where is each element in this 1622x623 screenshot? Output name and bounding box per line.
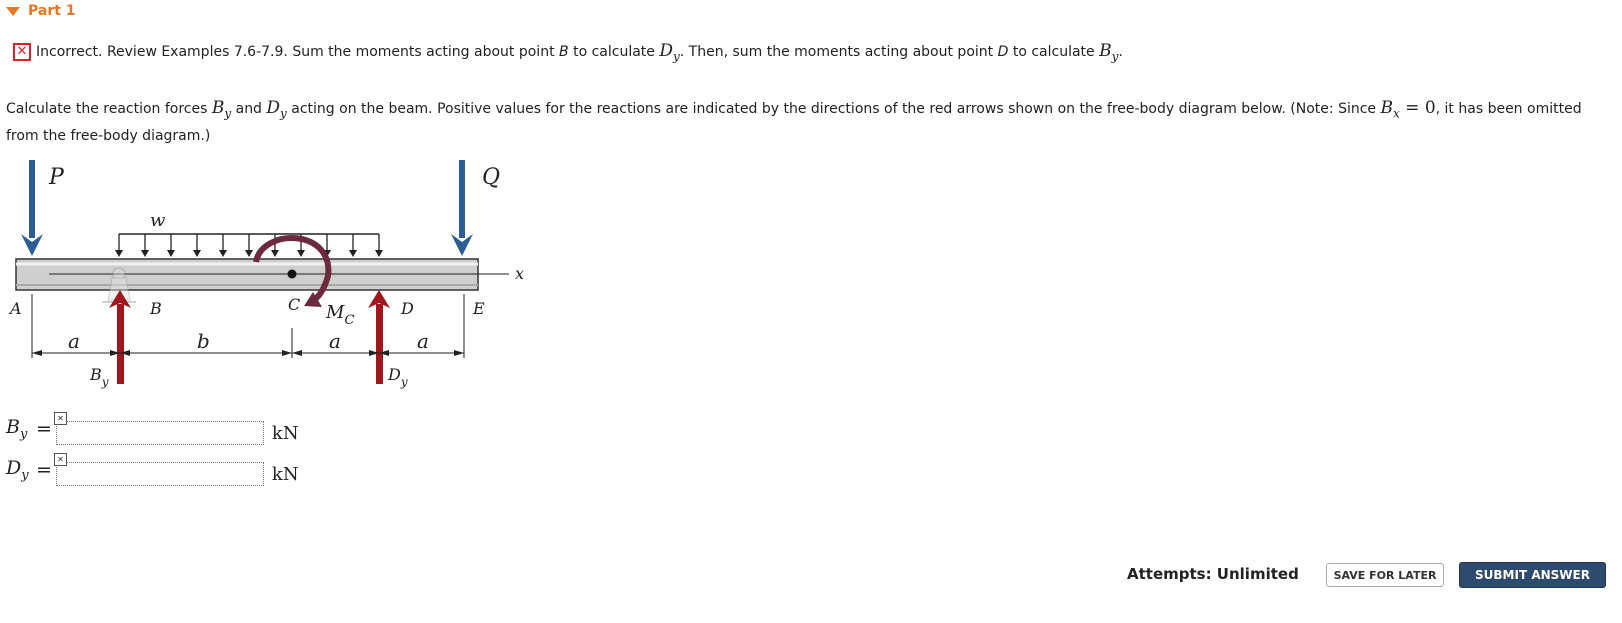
label-dim-b: b: [197, 329, 210, 353]
feedback-text-d: to calculate: [1012, 44, 1095, 60]
feedback-text-c: . Then, sum the moments acting about poi…: [679, 44, 994, 60]
label-a-point: A: [8, 299, 22, 318]
feedback-text-e: .: [1118, 44, 1123, 60]
feedback-dy: Dy: [659, 40, 680, 64]
feedback-message: ✕ Incorrect. Review Examples 7.6-7.9. Su…: [13, 40, 1123, 64]
answer-row-dy: Dy = ✕ kN: [6, 453, 299, 486]
incorrect-mark-icon: ✕: [53, 453, 67, 466]
question-by: By: [211, 98, 232, 121]
equals-sign: =: [36, 459, 52, 481]
feedback-text-b: to calculate: [573, 44, 655, 60]
label-c-point: C: [288, 295, 300, 314]
label-d-point: D: [400, 299, 414, 318]
answer-unit-by: kN: [271, 422, 299, 444]
feedback-text-a: Sum the moments acting about point: [292, 44, 555, 60]
part-header[interactable]: Part 1: [6, 1, 76, 21]
point-c-dot: [287, 269, 297, 279]
attempts-text: Attempts: Unlimited: [1127, 565, 1299, 583]
label-b-point: B: [149, 299, 162, 318]
part-title: Part 1: [28, 3, 76, 19]
question-dy: Dy: [266, 98, 287, 121]
save-for-later-button[interactable]: SAVE FOR LATER: [1326, 563, 1444, 587]
label-e-point: E: [472, 299, 485, 318]
feedback-point-b: B: [559, 44, 569, 60]
by-answer-input[interactable]: [55, 421, 264, 445]
label-dim-a1: a: [68, 329, 80, 353]
question-bx: Bx = 0: [1380, 98, 1436, 121]
question-text: Calculate the reaction forces By and Dy …: [6, 98, 1582, 145]
label-p: P: [48, 165, 65, 190]
feedback-review: Review Examples 7.6-7.9.: [106, 44, 288, 60]
incorrect-mark-icon: ✕: [53, 412, 67, 425]
answer-label-by: By: [6, 416, 28, 442]
incorrect-icon: ✕: [13, 43, 31, 61]
free-body-diagram: P Q w x A B C D E MC a b a a By Dy: [4, 158, 544, 398]
answer-row-by: By = ✕ kN: [6, 412, 299, 445]
equals-sign: =: [36, 418, 52, 440]
feedback-by: By: [1099, 40, 1119, 64]
submit-answer-button[interactable]: SUBMIT ANSWER: [1459, 562, 1606, 588]
label-x: x: [515, 264, 524, 283]
collapse-triangle-icon: [6, 6, 20, 16]
dy-answer-input[interactable]: [55, 462, 264, 486]
feedback-status: Incorrect.: [36, 44, 103, 60]
answer-unit-dy: kN: [271, 463, 299, 485]
feedback-point-d: D: [997, 44, 1009, 60]
label-dim-a2: a: [329, 329, 341, 353]
label-dim-a3: a: [417, 329, 429, 353]
label-w: w: [150, 210, 166, 231]
label-q: Q: [482, 165, 500, 190]
answer-label-dy: Dy: [6, 457, 29, 483]
